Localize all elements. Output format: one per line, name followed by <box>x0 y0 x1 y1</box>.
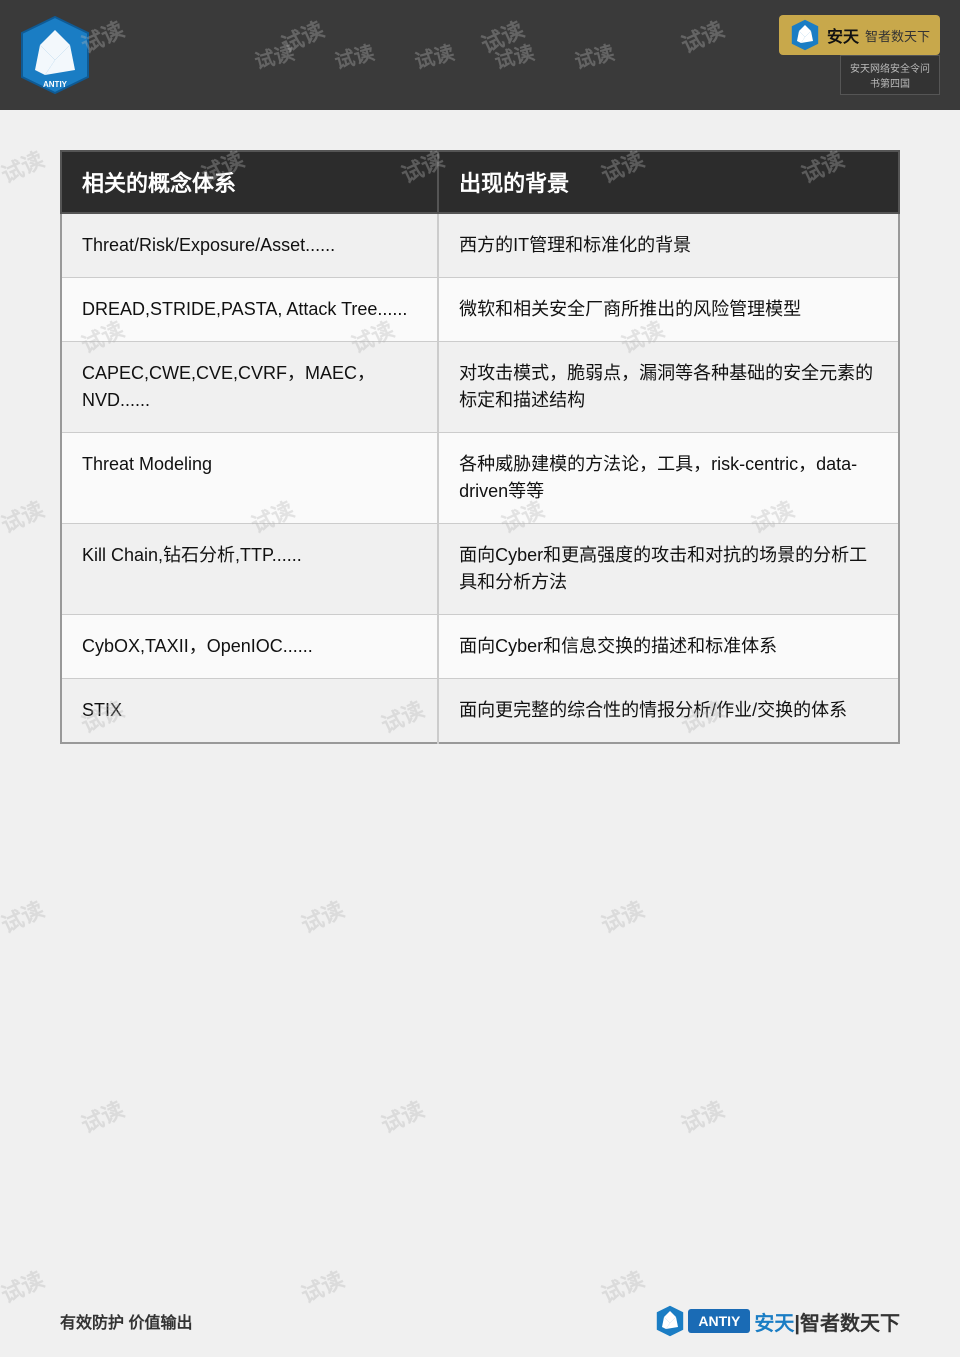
table-row: Threat Modeling各种威胁建模的方法论，工具，risk-centri… <box>61 433 899 524</box>
table-cell-left: Kill Chain,钻石分析,TTP...... <box>61 524 438 615</box>
watermark-text: 试读 <box>75 1092 128 1140</box>
watermark-text: 试读 <box>0 892 49 940</box>
watermark-text: 试读 <box>595 1262 648 1310</box>
table-cell-right: 面向更完整的综合性的情报分析/作业/交换的体系 <box>438 679 899 744</box>
table-cell-left: CAPEC,CWE,CVE,CVRF，MAEC，NVD...... <box>61 342 438 433</box>
watermark-text: 试读 <box>595 892 648 940</box>
footer-logo-icon <box>656 1305 684 1337</box>
header-logo: ANTIY <box>20 15 90 95</box>
col1-header-text: 相关的概念体系 <box>82 171 236 196</box>
header-watermark: 试读 <box>571 36 617 74</box>
table-cell-left: STIX <box>61 679 438 744</box>
watermark-text: 试读 <box>375 1092 428 1140</box>
table-row: Kill Chain,钻石分析,TTP......面向Cyber和更高强度的攻击… <box>61 524 899 615</box>
header-brand-badge: 安天 智者数天下 <box>779 15 940 55</box>
header-watermark: 试读 <box>411 36 457 74</box>
col1-header: 相关的概念体系 <box>61 151 438 213</box>
brand-logo-small <box>789 19 821 51</box>
header-watermark: 试读 <box>251 36 297 74</box>
table-row: STIX面向更完整的综合性的情报分析/作业/交换的体系 <box>61 679 899 744</box>
footer-brand-text: 安天|智者数天下 <box>754 1307 900 1336</box>
table-cell-left: Threat Modeling <box>61 433 438 524</box>
header-watermark: 试读 <box>491 36 537 74</box>
watermark-text: 试读 <box>675 1092 728 1140</box>
col2-header: 出现的背景 <box>438 151 899 213</box>
table-cell-right: 面向Cyber和信息交换的描述和标准体系 <box>438 615 899 679</box>
table-row: CAPEC,CWE,CVE,CVRF，MAEC，NVD......对攻击模式，脆… <box>61 342 899 433</box>
col2-header-text: 出现的背景 <box>459 171 569 196</box>
concept-table: 相关的概念体系 出现的背景 Threat/Risk/Exposure/Asset… <box>60 150 900 744</box>
table-cell-right: 微软和相关安全厂商所推出的风险管理模型 <box>438 278 899 342</box>
footer: 有效防护 价值输出 ANTIY 安天|智者数天下 <box>60 1305 900 1337</box>
table-cell-left: Threat/Risk/Exposure/Asset...... <box>61 213 438 278</box>
main-content: 相关的概念体系 出现的背景 Threat/Risk/Exposure/Asset… <box>0 110 960 804</box>
watermark-text: 试读 <box>295 892 348 940</box>
table-cell-left: DREAD,STRIDE,PASTA, Attack Tree...... <box>61 278 438 342</box>
watermark-text: 试读 <box>295 1262 348 1310</box>
header: ANTIY 试读 试读 试读 试读 试读 安天 智者数天下 安天网络安全令问书第… <box>0 0 960 110</box>
table-row: DREAD,STRIDE,PASTA, Attack Tree......微软和… <box>61 278 899 342</box>
brand-slogan-header: 智者数天下 <box>865 26 930 45</box>
header-watermark: 试读 <box>331 36 377 74</box>
table-cell-right: 西方的IT管理和标准化的背景 <box>438 213 899 278</box>
watermark-text: 试读 <box>0 1262 49 1310</box>
table-cell-left: CybOX,TAXII，OpenIOC...... <box>61 615 438 679</box>
table-cell-right: 面向Cyber和更高强度的攻击和对抗的场景的分析工具和分析方法 <box>438 524 899 615</box>
footer-slogan: 有效防护 价值输出 <box>60 1309 192 1333</box>
table-cell-right: 各种威胁建模的方法论，工具，risk-centric，data-driven等等 <box>438 433 899 524</box>
table-cell-right: 对攻击模式，脆弱点，漏洞等各种基础的安全元素的标定和描述结构 <box>438 342 899 433</box>
svg-text:ANTIY: ANTIY <box>43 80 68 89</box>
header-right: 安天 智者数天下 安天网络安全令问书第四国 <box>779 15 940 95</box>
table-row: CybOX,TAXII，OpenIOC......面向Cyber和信息交换的描述… <box>61 615 899 679</box>
antiy-logo: ANTIY <box>20 15 90 95</box>
brand-subtitle: 安天网络安全令问书第四国 <box>840 55 940 95</box>
footer-logo: ANTIY 安天|智者数天下 <box>656 1305 900 1337</box>
brand-subtitle-text: 安天网络安全令问书第四国 <box>850 64 930 90</box>
table-row: Threat/Risk/Exposure/Asset......西方的IT管理和… <box>61 213 899 278</box>
footer-brand-badge: ANTIY <box>688 1309 750 1333</box>
brand-name: 安天 <box>827 23 859 47</box>
